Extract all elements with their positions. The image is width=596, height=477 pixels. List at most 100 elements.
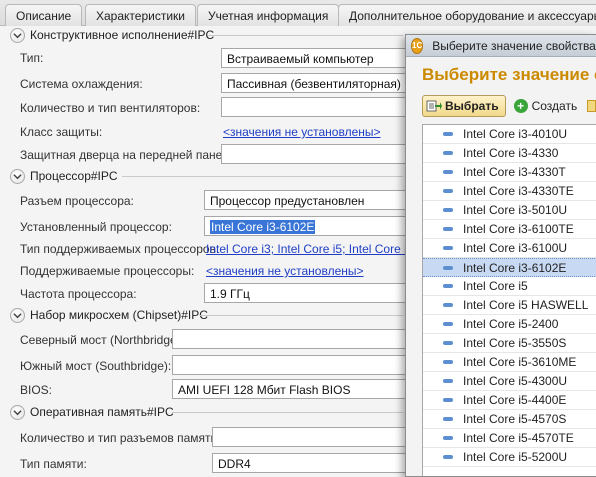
group-memory[interactable]: Оперативная память#IPC [10,403,174,421]
collapse-icon[interactable] [10,307,25,323]
mem-type-label: Тип памяти: [20,457,87,471]
group-design[interactable]: Конструктивное исполнение#IPC [10,26,214,44]
item-icon [443,132,453,136]
group-processor[interactable]: Процессор#IPC [10,167,118,185]
bios-label: BIOS: [20,383,53,397]
list-item[interactable]: Intel Core i3-5010U [423,201,596,220]
list-item[interactable]: Intel Core i3-6102E [423,258,596,277]
tab-bar: Описание Характеристики Учетная информац… [0,0,596,26]
protection-label: Класс защиты: [20,125,103,139]
list-item-label: Intel Core i5-5200U [463,450,568,464]
list-item-label: Intel Core i5 HASWELL [463,298,589,312]
item-icon [443,398,453,402]
group-chipset-label: Набор микросхем (Chipset)#IPC [30,308,208,322]
list-item[interactable]: Intel Core i5-2400 [423,315,596,334]
list-item[interactable]: Intel Core i5-4570TE [423,429,596,448]
list-item-label: Intel Core i5-2400 [463,317,559,331]
list-item[interactable]: Intel Core i5-4300U [423,372,596,391]
installed-cpu-value: Intel Core i3-6102E [210,220,316,234]
tab-accounting[interactable]: Учетная информация [197,4,340,26]
list-item-label: Intel Core i3-6100TE [463,222,574,236]
supported-cpus-link[interactable]: <значения не установлены> [206,264,364,278]
list-item-label: Intel Core i3-4330T [463,165,566,179]
item-icon [443,417,453,421]
item-icon [443,379,453,383]
list-item-label: Intel Core i5-4570TE [463,431,574,445]
list-item[interactable]: Intel Core i5 [423,277,596,296]
group-memory-label: Оперативная память#IPC [30,405,174,419]
list-item-label: Intel Core i3-5010U [463,203,568,217]
group-divider [208,35,403,36]
northbridge-field[interactable] [172,329,411,349]
create-button[interactable]: + Создать [513,99,577,113]
list-item-label: Intel Core i5-4300U [463,374,568,388]
tab-description[interactable]: Описание [5,4,83,26]
mem-slots-label: Количество и тип разъемов памяти: [20,431,221,445]
fans-label: Количество и тип вентиляторов: [20,101,201,115]
bios-field[interactable]: AMI UEFI 128 Мбит Flash BIOS [172,379,411,399]
app-logo-icon: 1С [411,37,424,54]
item-icon [443,436,453,440]
list-item-label: Intel Core i5-4400E [463,393,567,407]
list-item[interactable]: Intel Core i3-4330TE [423,182,596,201]
collapse-icon[interactable] [10,168,25,184]
cooling-label: Система охлаждения: [20,77,143,91]
southbridge-field[interactable] [172,355,411,375]
item-icon [443,246,453,250]
value-selection-window: 1С Выберите значение свойства Уст Выбери… [405,34,596,477]
list-item[interactable]: Intel Core i5-5200U [423,448,596,467]
list-item[interactable]: Intel Core i5-3610ME [423,353,596,372]
tab-characteristics[interactable]: Характеристики [85,4,196,26]
tab-extra-equipment[interactable]: Дополнительное оборудование и аксессуары [338,4,596,26]
cooling-field[interactable]: Пассивная (безвентиляторная) [221,73,411,93]
northbridge-label: Северный мост (Northbridge): [20,333,184,347]
fans-field[interactable] [221,97,411,117]
group-chipset[interactable]: Набор микросхем (Chipset)#IPC [10,306,208,324]
list-item[interactable]: Intel Core i3-4330T [423,163,596,182]
list-item-label: Intel Core i5-3550S [463,336,567,350]
list-item[interactable]: Intel Core i3-6100TE [423,220,596,239]
supported-types-label: Тип поддерживаемых процессоров: [20,242,220,256]
type-label: Тип: [20,51,44,65]
popup-header: Выберите значение с [422,65,596,84]
socket-field[interactable]: Процессор предустановлен [204,190,411,210]
window-title: Выберите значение свойства Уст [432,38,596,53]
list-item-label: Intel Core i5-3610ME [463,355,577,369]
socket-label: Разъем процессора: [20,194,134,208]
item-icon [443,170,453,174]
list-item-label: Intel Core i3-6102E [463,260,567,275]
values-list[interactable]: Intel Core i3-4010U Intel Core i3-4330 Int… [422,124,596,476]
item-icon [443,341,453,345]
frequency-field[interactable]: 1.9 ГГц [204,283,411,303]
collapse-icon[interactable] [10,404,25,420]
collapse-icon[interactable] [10,27,25,43]
list-item[interactable]: Intel Core i3-4330 [423,144,596,163]
item-icon [443,322,453,326]
plus-icon: + [513,99,528,113]
list-item[interactable]: Intel Core i5 HASWELL [423,296,596,315]
window-titlebar[interactable]: 1С Выберите значение свойства Уст [406,35,596,57]
list-item[interactable]: Intel Core i5-4570S [423,410,596,429]
mem-slots-field[interactable] [212,427,411,447]
list-item-label: Intel Core i3-4010U [463,127,568,141]
select-button-label: Выбрать [445,99,499,113]
list-item[interactable]: Intel Core i3-6100U [423,239,596,258]
supported-types-link[interactable]: Intel Core i3; Intel Core i5; Intel Core… [206,242,413,256]
group-divider [122,176,403,177]
item-icon [443,455,453,459]
list-item[interactable]: Intel Core i3-4010U [423,125,596,144]
installed-cpu-field[interactable]: Intel Core i3-6102E [204,216,411,236]
door-field[interactable] [221,144,411,164]
list-item[interactable]: Intel Core i5-4400E [423,391,596,410]
protection-link[interactable]: <значения не установлены> [223,125,381,139]
select-button[interactable]: Выбрать [422,95,506,117]
add-folder-icon[interactable] [587,100,596,112]
mem-type-field[interactable]: DDR4 [212,453,411,473]
item-icon [443,303,453,307]
door-label: Защитная дверца на передней панели: [20,148,239,162]
type-field[interactable]: Встраиваемый компьютер [221,48,411,68]
item-icon [443,208,453,212]
item-icon [443,284,453,288]
southbridge-label: Южный мост (Southbridge): [20,359,172,373]
list-item[interactable]: Intel Core i5-3550S [423,334,596,353]
